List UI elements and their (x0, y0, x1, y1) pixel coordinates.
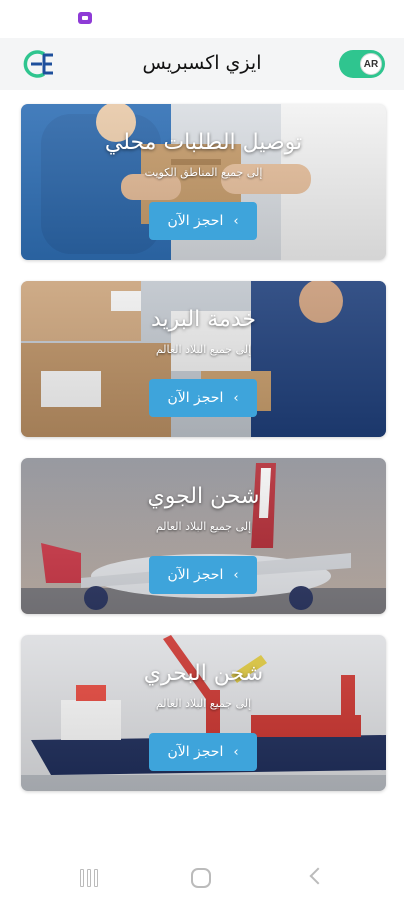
chevron-left-icon: ‹ (233, 744, 239, 760)
book-now-button[interactable]: احجز الآن ‹ (149, 733, 257, 771)
card-subtitle: إلى جميع المناطق الكويت (144, 166, 263, 179)
system-navigation-bar (0, 852, 404, 900)
language-toggle[interactable]: AR (339, 50, 385, 78)
status-bar (0, 0, 404, 38)
book-now-label: احجز الآن (167, 744, 224, 760)
chevron-left-icon: ‹ (233, 567, 239, 583)
book-now-label: احجز الآن (167, 213, 224, 229)
service-card-mail[interactable]: خدمة البريد إلى جميع البلاد العالم احجز … (21, 281, 386, 437)
app-header: ايزي اكسبريس AR (0, 38, 404, 90)
service-card-air-freight[interactable]: شحن الجوي إلى جميع البلاد العالم احجز ال… (21, 458, 386, 614)
card-title: شحن الجوي (147, 484, 260, 509)
card-subtitle: إلى جميع البلاد العالم (155, 343, 252, 356)
book-now-label: احجز الآن (167, 390, 224, 406)
language-label: AR (360, 53, 382, 75)
card-title: خدمة البريد (151, 307, 256, 332)
book-now-button[interactable]: احجز الآن ‹ (149, 379, 257, 417)
service-card-local-delivery[interactable]: توصيل الطلبات محلي إلى جميع المناطق الكو… (21, 104, 386, 260)
home-icon[interactable] (191, 868, 211, 888)
card-title: شحن البحري (143, 661, 264, 686)
recent-apps-icon[interactable] (80, 869, 100, 887)
card-subtitle: إلى جميع البلاد العالم (155, 697, 252, 710)
chevron-left-icon: ‹ (233, 390, 239, 406)
back-icon[interactable] (309, 867, 327, 885)
notification-icon (78, 12, 92, 24)
book-now-button[interactable]: احجز الآن ‹ (149, 202, 257, 240)
book-now-button[interactable]: احجز الآن ‹ (149, 556, 257, 594)
service-card-sea-freight[interactable]: شحن البحري إلى جميع البلاد العالم احجز ا… (21, 635, 386, 791)
card-title: توصيل الطلبات محلي (104, 130, 303, 155)
card-subtitle: إلى جميع البلاد العالم (155, 520, 252, 533)
chevron-left-icon: ‹ (233, 213, 239, 229)
book-now-label: احجز الآن (167, 567, 224, 583)
